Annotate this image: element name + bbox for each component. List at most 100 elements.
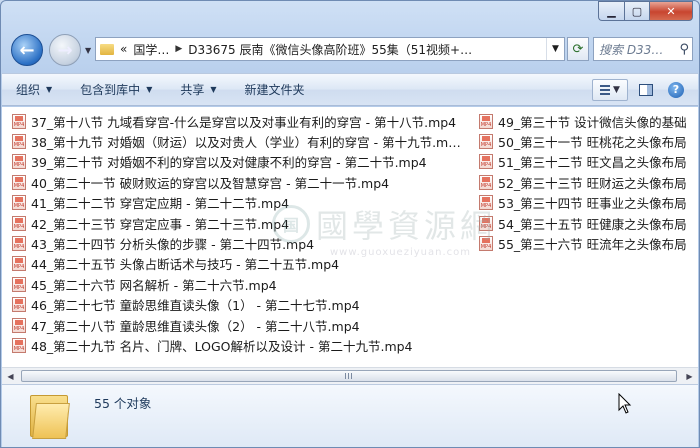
command-bar: 组织 ▼ 包含到库中 ▼ 共享 ▼ 新建文件夹 ▼ ? (2, 73, 698, 106)
file-item[interactable]: MP4 46_第二十七节 童龄思维直读头像（1） - 第二十七节.mp4 (12, 295, 482, 315)
scroll-left-icon[interactable]: ◀ (2, 368, 19, 384)
file-name: 45_第二十六节 网名解析 - 第二十六节.mp4 (31, 277, 277, 293)
file-item[interactable]: MP4 39_第二十节 对婚姻不利的穿宫以及对健康不利的穿宫 - 第二十节.mp4 (12, 152, 482, 172)
file-name: 44_第二十五节 头像占断话术与技巧 - 第二十五节.mp4 (31, 257, 340, 273)
file-item[interactable]: MP4 45_第二十六节 网名解析 - 第二十六节.mp4 (12, 274, 482, 294)
breadcrumb-separator-icon[interactable]: ▶ (175, 44, 182, 54)
video-file-icon: MP4 (12, 215, 26, 231)
video-file-icon: MP4 (12, 317, 26, 333)
file-name: 37_第十八节 九域看穿宫-什么是穿宫以及对事业有利的穿宫 - 第十八节.mp4 (31, 114, 457, 130)
file-item[interactable]: MP4 47_第二十八节 童龄思维直读头像（2） - 第二十八节.mp4 (12, 315, 482, 335)
organize-button[interactable]: 组织 ▼ (2, 74, 66, 105)
file-item[interactable]: MP4 43_第二十四节 分析头像的步骤 - 第二十四节.mp4 (12, 233, 482, 253)
maximize-button[interactable]: ▢ (624, 1, 649, 21)
scroll-right-icon[interactable]: ▶ (681, 368, 698, 384)
preview-pane-icon (639, 83, 653, 96)
scrollbar-thumb[interactable] (21, 370, 677, 382)
search-icon[interactable]: ⚲ (679, 42, 689, 57)
video-file-icon: MP4 (479, 215, 493, 231)
video-file-icon: MP4 (479, 195, 493, 211)
video-file-icon: MP4 (12, 174, 26, 190)
breadcrumb-item-guoxue[interactable]: 国学… (133, 41, 169, 58)
video-file-icon: MP4 (12, 337, 26, 353)
minimize-button[interactable]: ▁ (598, 1, 624, 21)
folder-large-icon (30, 391, 72, 439)
change-view-button[interactable]: ▼ (592, 78, 628, 101)
file-name: 42_第二十三节 穿宫定应事 - 第二十三节.mp4 (31, 216, 290, 232)
window-controls: ▁ ▢ ✕ (598, 1, 693, 21)
video-file-icon: MP4 (479, 236, 493, 252)
file-item[interactable]: MP4 54_第三十五节 旺健康之头像布局 (479, 213, 698, 233)
back-button[interactable]: ← (11, 34, 43, 66)
item-count: 55 个对象 (94, 396, 152, 411)
file-item[interactable]: MP4 51_第三十二节 旺文昌之头像布局 (479, 152, 698, 172)
help-icon: ? (668, 81, 684, 98)
address-row: ← → ▼ « 国学… ▶ D33675 辰南《微信头像高阶班》55集（51视频… (9, 34, 693, 68)
refresh-icon: ⟳ (572, 41, 584, 57)
toolbar-right: ▼ ? (592, 78, 698, 101)
video-file-icon: MP4 (12, 134, 26, 150)
file-name: 40_第二十一节 破财败运的穿宫以及智慧穿宫 - 第二十一节.mp4 (31, 175, 390, 191)
search-placeholder: 搜索 D33… (599, 42, 664, 57)
file-name: 46_第二十七节 童龄思维直读头像（1） - 第二十七节.mp4 (31, 298, 360, 314)
video-file-icon: MP4 (479, 174, 493, 190)
video-file-icon: MP4 (12, 256, 26, 272)
file-item[interactable]: MP4 44_第二十五节 头像占断话术与技巧 - 第二十五节.mp4 (12, 254, 482, 274)
include-in-library-button[interactable]: 包含到库中 ▼ (66, 74, 166, 105)
share-button[interactable]: 共享 ▼ (166, 74, 230, 105)
video-file-icon: MP4 (479, 134, 493, 150)
file-item[interactable]: MP4 41_第二十二节 穿宫定应期 - 第二十二节.mp4 (12, 193, 482, 213)
search-input[interactable]: 搜索 D33… ⚲ (593, 37, 693, 61)
share-label: 共享 (180, 83, 205, 97)
chevron-down-icon: ▼ (613, 84, 620, 95)
file-name: 50_第三十一节 旺桃花之头像布局 (498, 135, 687, 151)
file-item[interactable]: MP4 50_第三十一节 旺桃花之头像布局 (479, 131, 698, 151)
address-dropdown[interactable]: ▼ (546, 38, 564, 60)
file-item[interactable]: MP4 53_第三十四节 旺事业之头像布局 (479, 193, 698, 213)
chevron-down-icon: ▼ (210, 85, 217, 94)
file-name: 48_第二十九节 名片、门牌、LOGO解析以及设计 - 第二十九节.mp4 (31, 338, 413, 354)
preview-pane-button[interactable] (634, 79, 658, 101)
video-file-icon: MP4 (12, 297, 26, 313)
address-bar[interactable]: « 国学… ▶ D33675 辰南《微信头像高阶班》55集（51视频+… ▼ (95, 37, 565, 61)
file-name: 49_第三十节 设计微信头像的基础 (498, 114, 687, 130)
breadcrumb-item-current[interactable]: D33675 辰南《微信头像高阶班》55集（51视频+… (188, 41, 472, 58)
grip-icon (344, 373, 354, 379)
breadcrumb-overflow[interactable]: « (120, 42, 127, 56)
file-item[interactable]: MP4 52_第三十三节 旺财运之头像布局 (479, 172, 698, 192)
file-item[interactable]: MP4 40_第二十一节 破财败运的穿宫以及智慧穿宫 - 第二十一节.mp4 (12, 172, 482, 192)
help-button[interactable]: ? (664, 79, 688, 101)
file-column-2: MP4 49_第三十节 设计微信头像的基础 MP4 50_第三十一节 旺桃花之头像布局… (479, 111, 698, 254)
details-pane: 55 个对象 (2, 384, 698, 447)
file-item[interactable]: MP4 48_第二十九节 名片、门牌、LOGO解析以及设计 - 第二十九节.mp4 (12, 335, 482, 355)
file-name: 39_第二十节 对婚姻不利的穿宫以及对健康不利的穿宫 - 第二十节.mp4 (31, 155, 427, 171)
new-folder-button[interactable]: 新建文件夹 (231, 74, 319, 105)
arrow-right-icon: → (57, 39, 73, 61)
file-name: 53_第三十四节 旺事业之头像布局 (498, 196, 687, 212)
video-file-icon: MP4 (12, 195, 26, 211)
file-name: 52_第三十三节 旺财运之头像布局 (498, 175, 687, 191)
video-file-icon: MP4 (12, 236, 26, 252)
file-list: MP4 37_第十八节 九域看穿宫-什么是穿宫以及对事业有利的穿宫 - 第十八节.… (2, 107, 698, 367)
forward-button[interactable]: → (49, 34, 81, 66)
video-file-icon: MP4 (12, 154, 26, 170)
file-name: 47_第二十八节 童龄思维直读头像（2） - 第二十八节.mp4 (31, 318, 360, 334)
arrow-left-icon: ← (19, 39, 35, 61)
chevron-down-icon: ▼ (46, 85, 53, 94)
file-item[interactable]: MP4 42_第二十三节 穿宫定应事 - 第二十三节.mp4 (12, 213, 482, 233)
view-list-icon (600, 84, 611, 95)
file-item[interactable]: MP4 38_第十九节 对婚姻（财运）以及对贵人（学业）有利的穿宫 - 第十九节.… (12, 131, 482, 151)
file-name: 43_第二十四节 分析头像的步骤 - 第二十四节.mp4 (31, 237, 315, 253)
include-library-label: 包含到库中 (80, 83, 141, 97)
horizontal-scrollbar[interactable]: ◀ ▶ (2, 367, 698, 384)
file-item[interactable]: MP4 49_第三十节 设计微信头像的基础 (479, 111, 698, 131)
file-item[interactable]: MP4 37_第十八节 九域看穿宫-什么是穿宫以及对事业有利的穿宫 - 第十八节.… (12, 111, 482, 131)
close-button[interactable]: ✕ (649, 1, 693, 21)
video-file-icon: MP4 (479, 154, 493, 170)
file-item[interactable]: MP4 55_第三十六节 旺流年之头像布局 (479, 233, 698, 253)
history-dropdown[interactable]: ▼ (85, 46, 91, 55)
new-folder-label: 新建文件夹 (244, 83, 305, 97)
file-column-1: MP4 37_第十八节 九域看穿宫-什么是穿宫以及对事业有利的穿宫 - 第十八节.… (12, 111, 482, 356)
refresh-button[interactable]: ⟳ (567, 37, 589, 61)
chevron-down-icon: ▼ (146, 85, 153, 94)
